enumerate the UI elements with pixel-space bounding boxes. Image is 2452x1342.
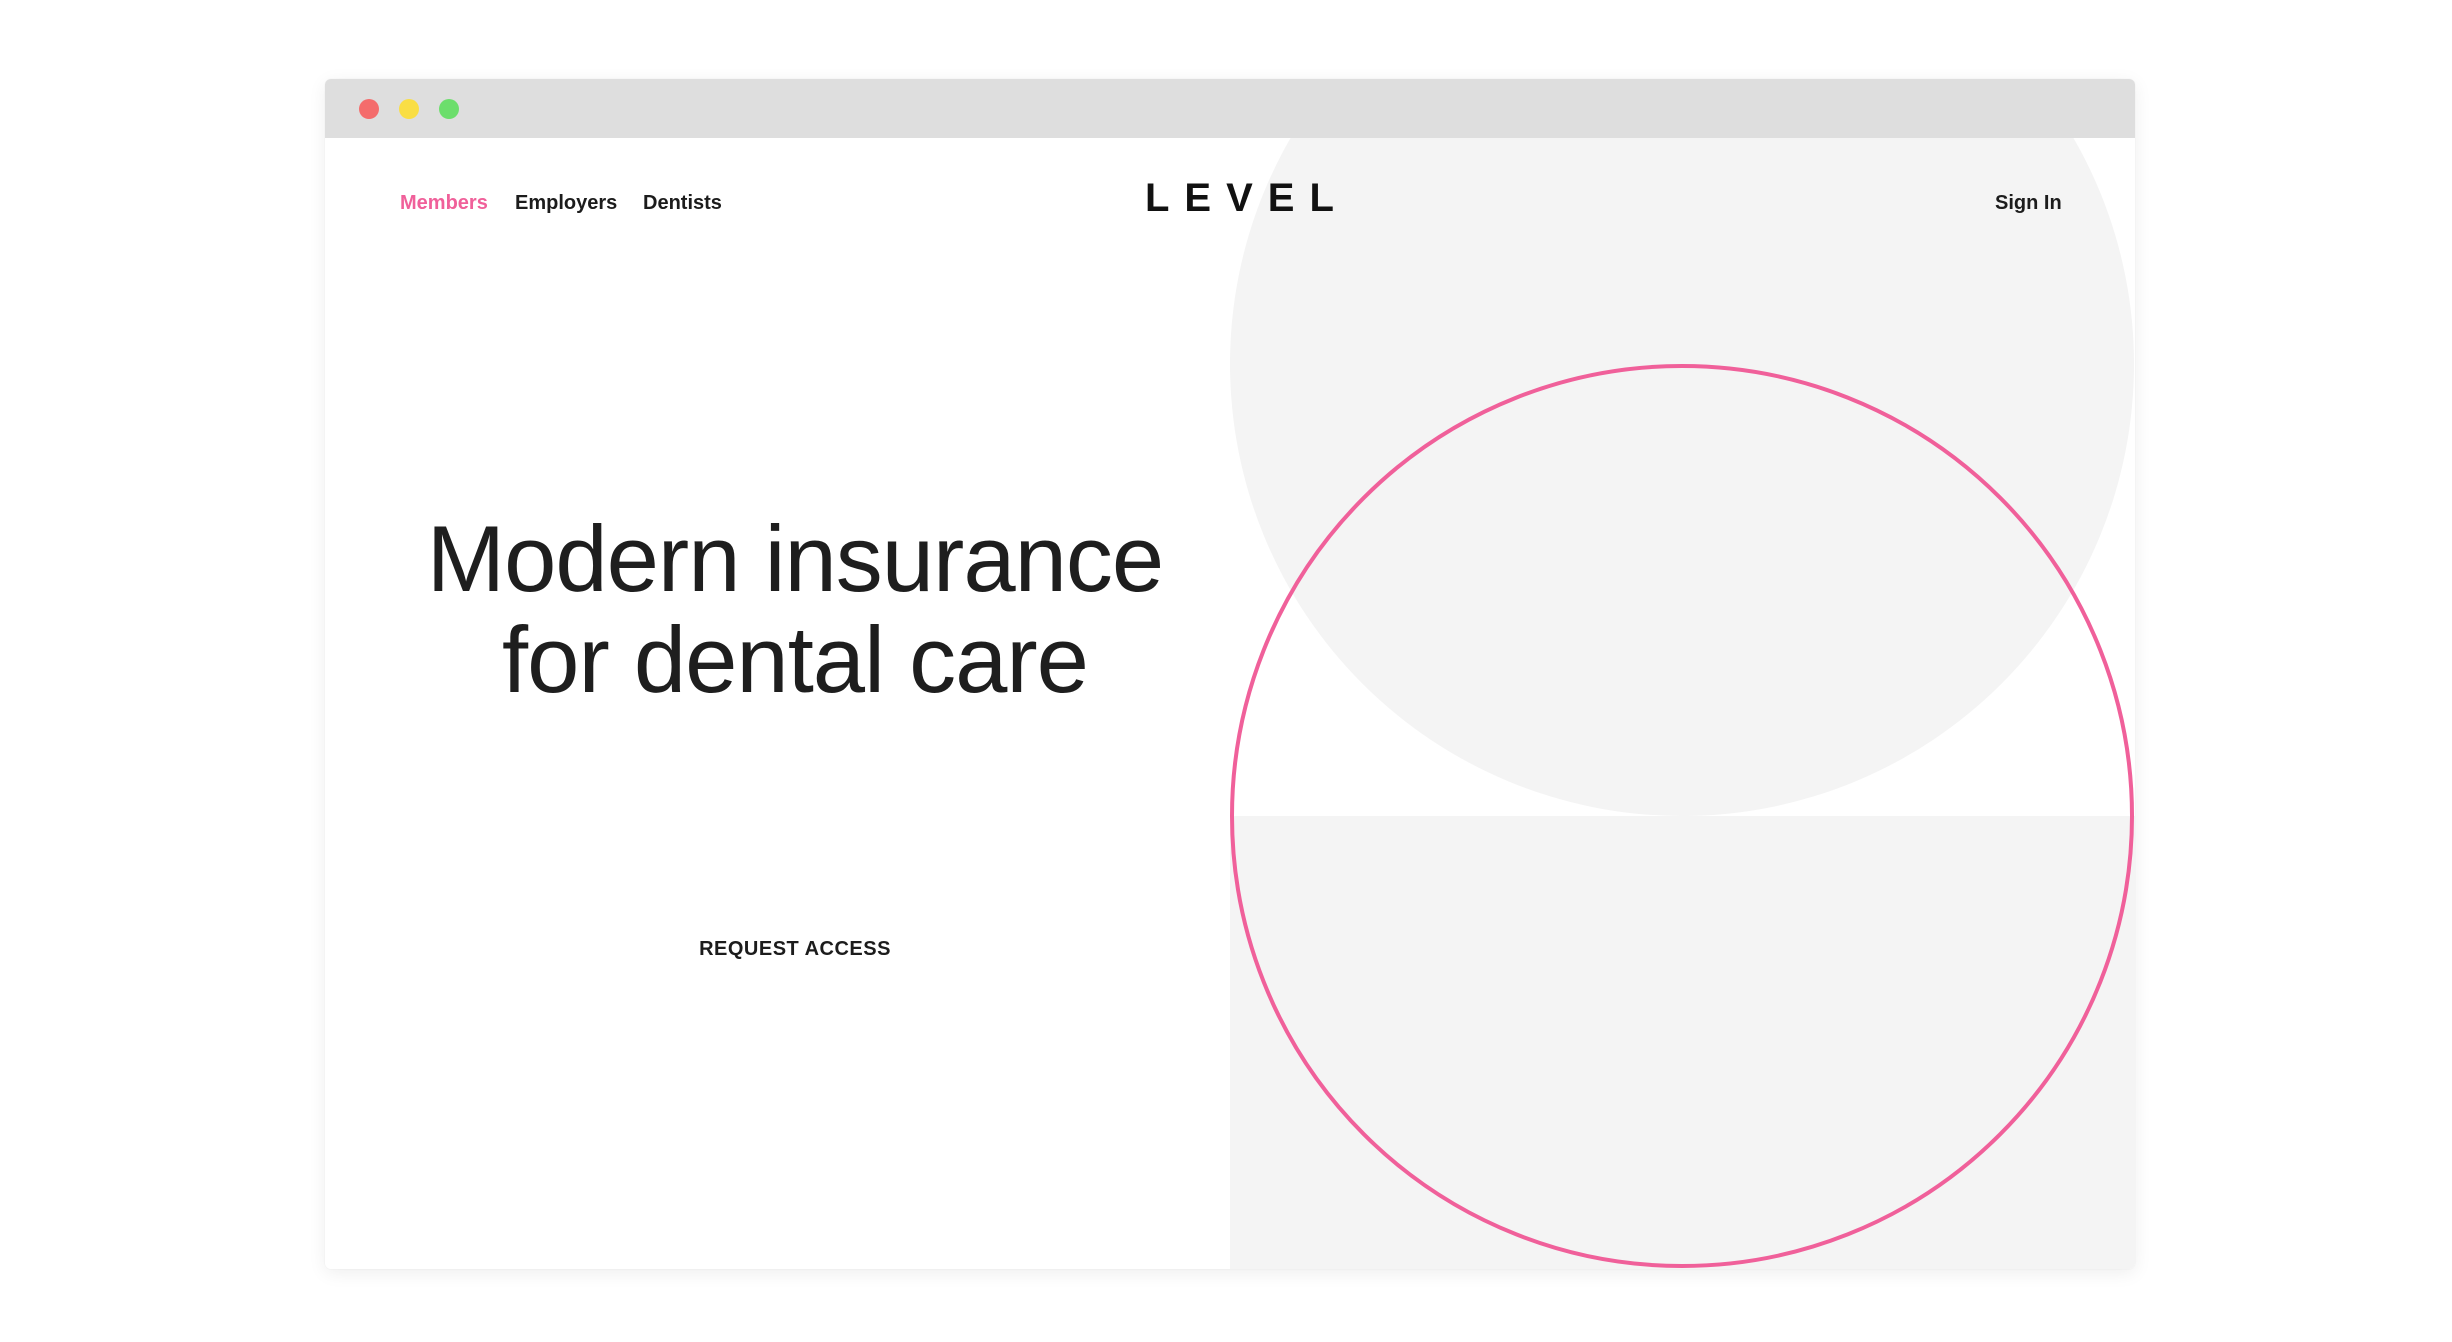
close-window-button[interactable] xyxy=(359,99,379,119)
page-content: Members Employers Dentists LEVEL Sign In… xyxy=(325,138,2135,1269)
sign-in-link[interactable]: Sign In xyxy=(1995,192,2062,215)
request-access-button[interactable]: REQUEST ACCESS xyxy=(695,938,895,961)
window-titlebar xyxy=(325,79,2135,138)
minimize-window-button[interactable] xyxy=(399,99,419,119)
zoom-window-button[interactable] xyxy=(439,99,459,119)
level-logo[interactable]: LEVEL xyxy=(1145,176,1334,221)
hero-headline: Modern insurance for dental care xyxy=(395,508,1195,710)
graphic-gray-block xyxy=(1230,816,2135,1269)
hero-headline-line-1: Modern insurance xyxy=(426,506,1164,611)
browser-window: Members Employers Dentists LEVEL Sign In… xyxy=(325,79,2135,1269)
nav-dentists-link[interactable]: Dentists xyxy=(643,192,722,215)
nav-members-link[interactable]: Members xyxy=(400,192,488,215)
nav-employers-link[interactable]: Employers xyxy=(515,192,617,215)
hero-headline-line-2: for dental care xyxy=(502,607,1089,712)
